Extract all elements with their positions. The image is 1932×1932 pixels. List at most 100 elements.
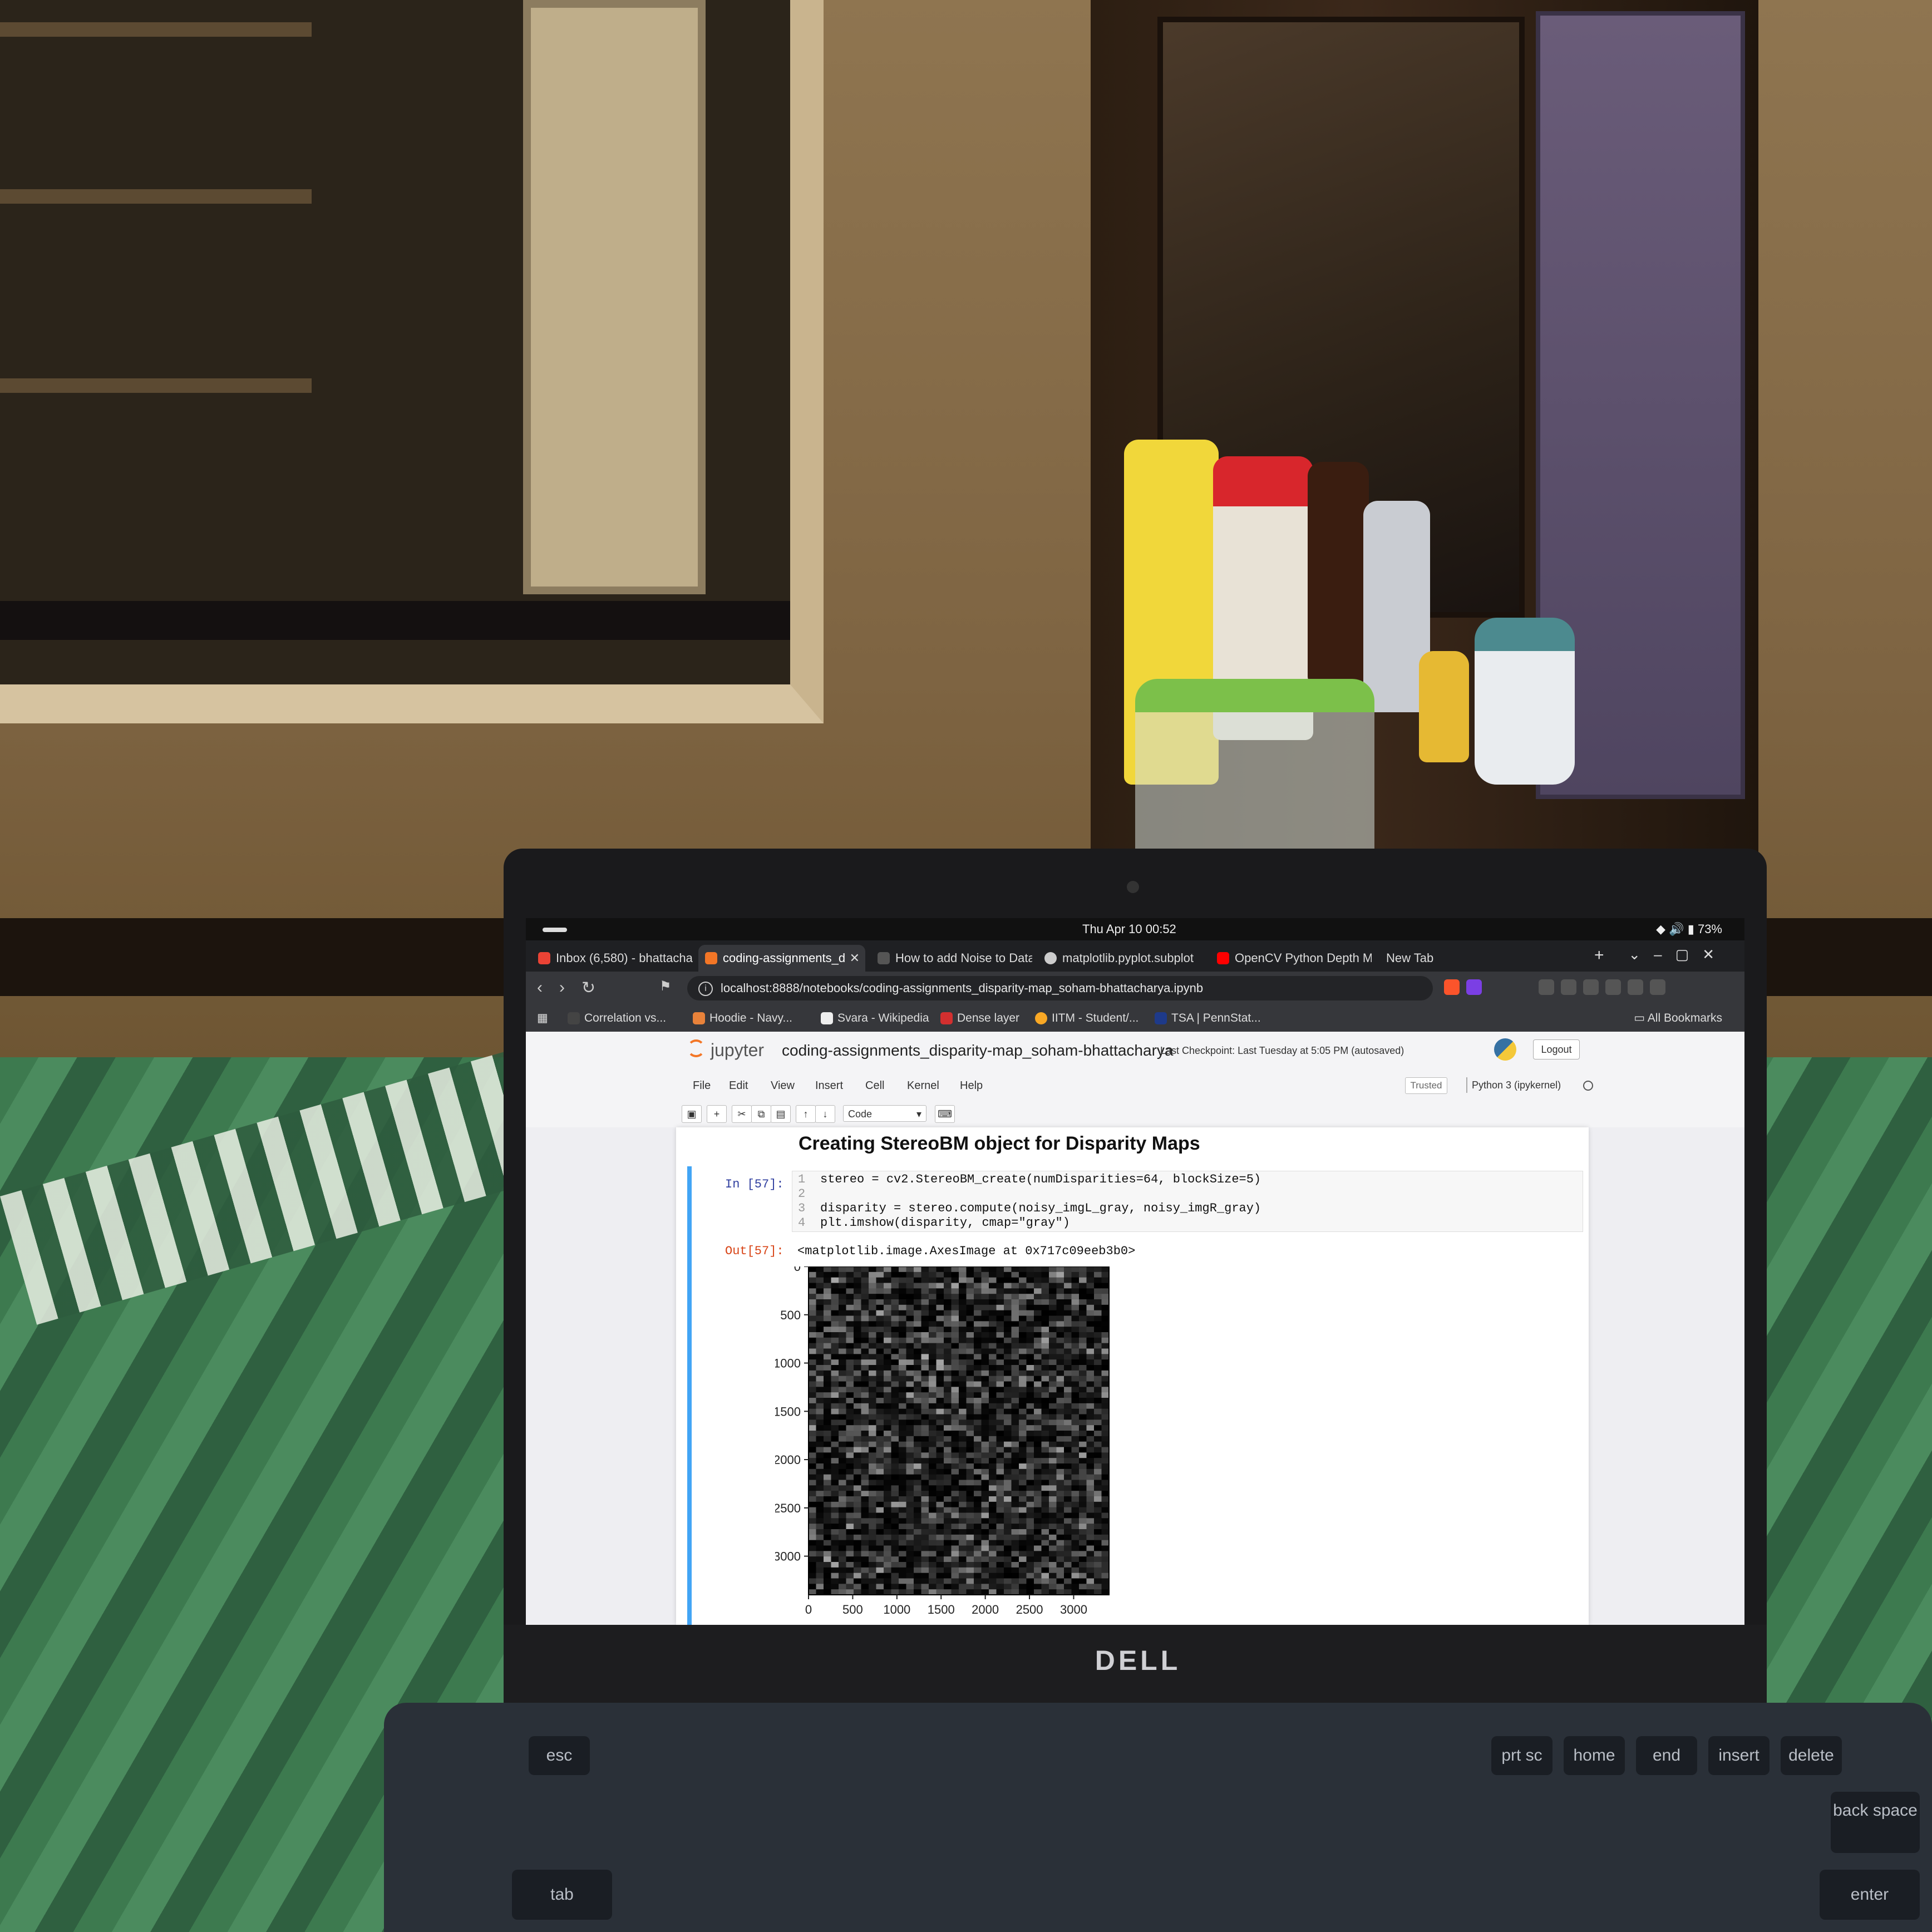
menu-view[interactable]: View [771,1080,795,1092]
window-controls[interactable]: ⌄–▢✕ [1628,946,1728,963]
disparity-pixel [921,1545,929,1551]
back-icon[interactable]: ‹ [537,978,543,997]
apps-grid-icon[interactable]: ▦ [537,1005,548,1032]
disparity-pixel [974,1387,982,1393]
add-cell-icon[interactable]: + [707,1105,727,1123]
menu-insert[interactable]: Insert [815,1080,843,1092]
disparity-pixel [921,1507,929,1513]
disparity-pixel [929,1425,937,1431]
disparity-pixel [951,1343,959,1349]
disparity-pixel [839,1507,846,1513]
copy-icon[interactable]: ⧉ [751,1105,771,1123]
cream-jar [1475,618,1575,785]
menu-kernel[interactable]: Kernel [907,1080,939,1092]
disparity-pixel [1094,1283,1102,1289]
disparity-pixel [1064,1376,1072,1382]
disparity-pixel [831,1392,839,1398]
disparity-pixel [974,1474,982,1480]
disparity-pixel [929,1271,937,1278]
disparity-pixel [959,1337,967,1344]
disparity-pixel [1011,1512,1019,1519]
disparity-pixel [981,1294,989,1300]
save-icon[interactable]: ▣ [682,1105,702,1123]
tab-new-tab[interactable]: New Tab [1377,945,1472,972]
disparity-pixel [914,1545,921,1551]
notebook-title[interactable]: coding-assignments_disparity-map_soham-b… [782,1042,1173,1059]
jupyter-logo[interactable]: jupyter [687,1039,764,1061]
address-bar[interactable]: i localhost:8888/notebooks/coding-assign… [687,976,1433,1000]
bookmark-item[interactable]: IITM - Student/... [1035,1005,1138,1032]
logout-button[interactable]: Logout [1533,1039,1580,1059]
paste-icon[interactable]: ▤ [771,1105,791,1123]
disparity-pixel [1064,1321,1072,1327]
disparity-pixel [1049,1556,1057,1563]
disparity-pixel [974,1343,982,1349]
bookmark-item[interactable]: Correlation vs... [568,1005,666,1032]
disparity-pixel [846,1589,854,1595]
bookmark-item[interactable]: Dense layer [940,1005,1019,1032]
menu-cell[interactable]: Cell [865,1080,884,1092]
cut-icon[interactable]: ✂ [732,1105,752,1123]
tab-noise-article[interactable]: How to add Noise to Data [871,945,1032,972]
code-editor[interactable]: 1 stereo = cv2.StereoBM_create(numDispar… [792,1171,1583,1232]
menu-help[interactable]: Help [960,1080,983,1092]
disparity-pixel [921,1512,929,1519]
close-icon[interactable]: ✕ [850,945,860,972]
kernel-name[interactable]: Python 3 (ipykernel) [1466,1077,1561,1093]
tab-youtube[interactable]: OpenCV Python Depth M [1210,945,1372,972]
disparity-pixel [906,1425,914,1431]
disparity-pixel [951,1441,959,1447]
menu-icon[interactable] [1650,979,1665,995]
bookmark-item[interactable]: Hoodie - Navy... [693,1005,792,1032]
system-clock[interactable]: Thu Apr 10 00:52 [1082,918,1176,940]
disparity-pixel [959,1420,967,1426]
media-icon[interactable] [1561,979,1576,995]
new-tab-button[interactable]: + [1594,946,1604,965]
move-down-icon[interactable]: ↓ [815,1105,835,1123]
system-status[interactable]: ◆ 🔊 ▮ 73% [1656,918,1722,940]
wallet-icon[interactable] [1605,979,1621,995]
brave-shield-icon[interactable] [1444,979,1460,995]
extension-icon[interactable] [1539,979,1554,995]
command-palette-icon[interactable]: ⌨ [935,1105,955,1123]
leo-icon[interactable] [1628,979,1643,995]
disparity-pixel [921,1529,929,1535]
all-bookmarks-button[interactable]: ▭ All Bookmarks [1634,1005,1722,1032]
disparity-pixel [1041,1283,1049,1289]
disparity-pixel [981,1545,989,1551]
disparity-pixel [1004,1283,1012,1289]
disparity-pixel [966,1271,974,1278]
disparity-pixel [861,1392,869,1398]
disparity-pixel [824,1370,831,1377]
tab-jupyter-notebook[interactable]: coding-assignments_d ✕ [698,945,865,972]
code-cell[interactable]: In [57]: 1 stereo = cv2.StereoBM_create(… [687,1166,1583,1625]
disparity-pixel [1079,1425,1087,1431]
sidebar-icon[interactable] [1583,979,1599,995]
disparity-pixel [861,1501,869,1508]
bookmark-item[interactable]: TSA | PennStat... [1155,1005,1261,1032]
trusted-badge[interactable]: Trusted [1405,1077,1447,1094]
brave-rewards-icon[interactable] [1466,979,1482,995]
tab-matplotlib-docs[interactable]: matplotlib.pyplot.subplot [1038,945,1205,972]
cell-type-select[interactable]: Code ▾ [843,1105,926,1122]
menu-file[interactable]: File [693,1080,711,1092]
info-icon[interactable]: i [698,982,713,996]
disparity-pixel [1071,1359,1080,1366]
forward-icon[interactable]: › [559,978,565,997]
disparity-pixel [944,1540,952,1546]
disparity-pixel [876,1403,884,1409]
disparity-pixel [884,1299,891,1305]
bookmark-item[interactable]: Svara - Wikipedia [821,1005,929,1032]
disparity-pixel [1049,1578,1057,1584]
disparity-pixel [929,1474,937,1480]
menu-edit[interactable]: Edit [729,1080,748,1092]
disparity-pixel [1079,1556,1087,1563]
activities-button[interactable] [543,928,567,932]
disparity-pixel [869,1327,876,1333]
tab-gmail[interactable]: Inbox (6,580) - bhattachar [531,945,693,972]
bookmark-icon[interactable]: ⚑ [659,978,672,994]
disparity-pixel [914,1573,921,1579]
reload-icon[interactable]: ↻ [581,978,595,998]
move-up-icon[interactable]: ↑ [796,1105,816,1123]
disparity-pixel [846,1573,854,1579]
